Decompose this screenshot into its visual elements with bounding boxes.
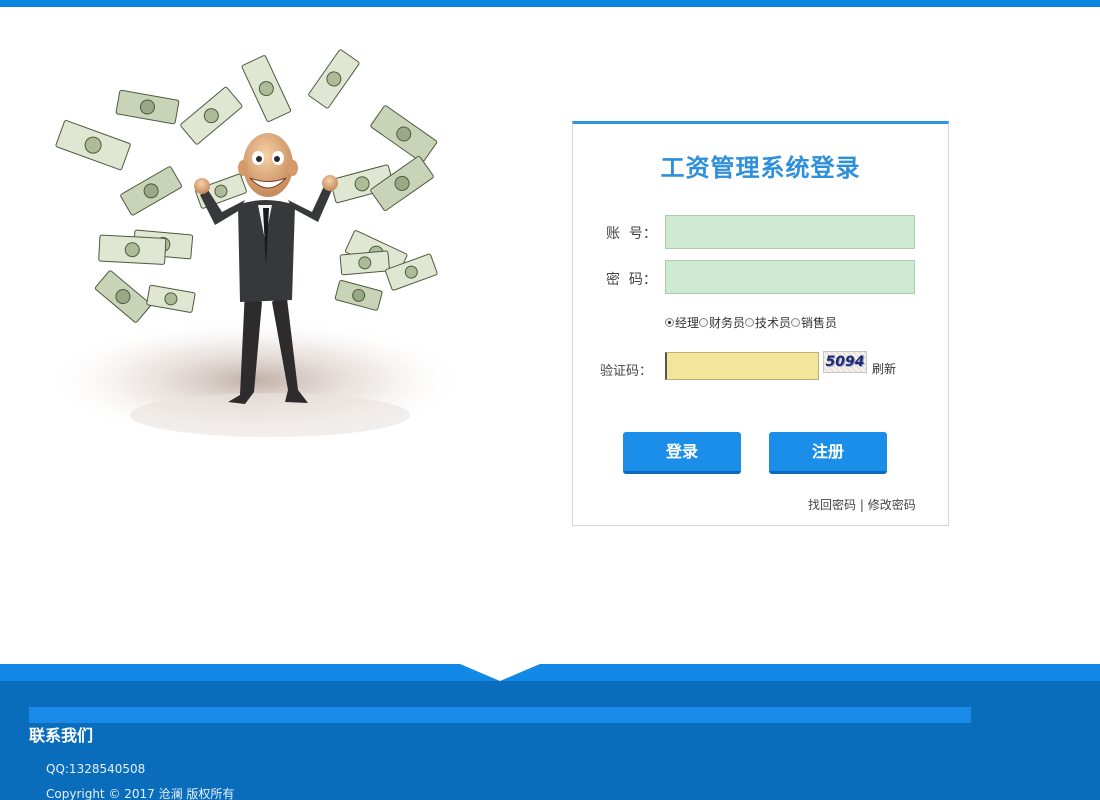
copyright-text: Copyright © 2017 沧澜 版权所有	[46, 787, 235, 800]
money-man-illustration	[45, 49, 465, 440]
login-title: 工资管理系统登录	[660, 154, 861, 182]
contact-heading: 联系我们	[29, 726, 94, 745]
login-button[interactable]: 登录	[623, 432, 741, 474]
login-page: 工资管理系统登录 账 号： 密 码： 经理 财务员 技术员 销售员 验证码： 5…	[0, 0, 1100, 800]
hero-illustration	[40, 40, 490, 460]
captcha-input[interactable]	[665, 352, 819, 380]
change-password-link[interactable]: 修改密码	[868, 498, 916, 512]
account-input[interactable]	[665, 215, 915, 249]
footer-stripe	[0, 664, 1100, 681]
role-radio-group: 经理 财务员 技术员 销售员	[665, 314, 837, 331]
account-label: 账 号：	[606, 226, 657, 242]
link-separator: |	[856, 498, 868, 512]
contact-qq: QQ:1328540508	[46, 762, 146, 776]
role-option-technician[interactable]: 技术员	[745, 314, 791, 331]
password-label: 密 码：	[606, 272, 657, 288]
role-label: 财务员	[709, 316, 746, 330]
find-password-link[interactable]: 找回密码	[808, 498, 856, 512]
register-button[interactable]: 注册	[769, 432, 887, 474]
password-input[interactable]	[665, 260, 915, 294]
captcha-label: 验证码：	[600, 364, 653, 379]
role-option-finance[interactable]: 财务员	[699, 314, 745, 331]
captcha-image[interactable]: 5094	[823, 351, 867, 373]
role-option-manager[interactable]: 经理	[665, 314, 699, 331]
page-footer: 联系我们 QQ:1328540508 Copyright © 2017 沧澜 版…	[0, 664, 1100, 800]
role-label: 销售员	[801, 316, 838, 330]
captcha-refresh-link[interactable]: 刷新	[872, 360, 896, 377]
radio-unchecked-icon[interactable]	[791, 318, 801, 327]
role-option-sales[interactable]: 销售员	[791, 314, 837, 331]
login-panel: 工资管理系统登录 账 号： 密 码： 经理 财务员 技术员 销售员 验证码： 5…	[572, 121, 949, 526]
account-links: 找回密码 | 修改密码	[808, 496, 916, 513]
role-label: 技术员	[755, 316, 792, 330]
radio-checked-icon[interactable]	[665, 318, 674, 327]
top-accent-bar	[0, 0, 1100, 7]
radio-unchecked-icon[interactable]	[745, 318, 755, 327]
role-label: 经理	[675, 316, 700, 330]
radio-unchecked-icon[interactable]	[699, 318, 709, 327]
footer-notch	[460, 664, 540, 681]
footer-band	[29, 707, 971, 723]
